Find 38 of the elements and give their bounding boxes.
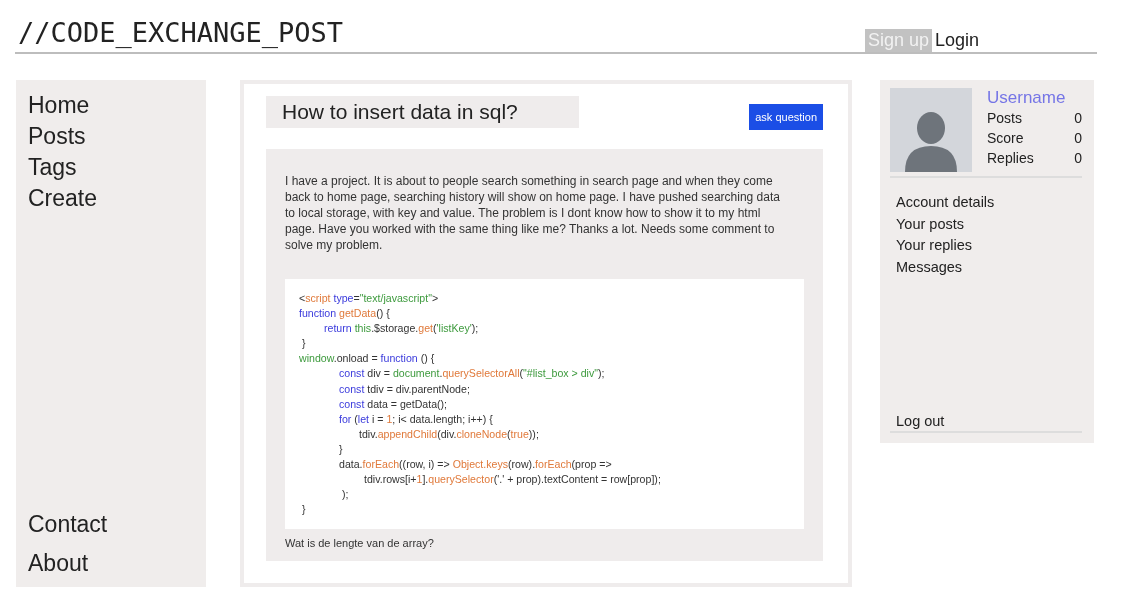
profile-link[interactable]: Messages xyxy=(896,256,1082,278)
code-line: window.onload = function () { xyxy=(299,351,435,367)
code-line: for (let i = 1; i< data.length; i++) { xyxy=(338,411,493,427)
question-title: How to insert data in sql? xyxy=(266,96,579,128)
code-line: } xyxy=(338,441,343,457)
code-line: return this.$storage.get('listKey'); xyxy=(323,321,479,337)
profile-link[interactable]: Your posts xyxy=(896,213,1082,235)
nav-link[interactable]: Tags xyxy=(28,152,206,183)
site-logo: //CODE_EXCHANGE_POST xyxy=(17,17,344,50)
code-line: } xyxy=(301,502,306,518)
nav-link[interactable]: Contact xyxy=(28,505,206,544)
nav-link[interactable]: Posts xyxy=(28,121,206,152)
logout-link[interactable]: Log out xyxy=(890,413,1082,433)
code-line: <script type="text/javascript"> xyxy=(299,291,439,306)
ask-question-button[interactable]: ask question xyxy=(749,104,823,130)
code-line: function getData() { xyxy=(299,306,390,322)
nav-link[interactable]: About xyxy=(28,544,206,583)
code-line: tdiv.rows[i+1].querySelector('.' + prop).textContent = row[prop]); xyxy=(363,472,661,488)
stat-label: Score xyxy=(987,129,1024,148)
question-text: Wat is de lengte van de array? xyxy=(285,537,435,550)
profile-link[interactable]: Your replies xyxy=(896,235,1082,257)
code-line: data.forEach((row, i) => Object.keys(row).forEach(prop => xyxy=(338,457,612,473)
code-line: } xyxy=(301,336,306,352)
code-line: const div = document.querySelectorAll("#list_box > div"); xyxy=(338,366,605,382)
nav-link[interactable]: Home xyxy=(28,90,206,121)
stat-value: 0 xyxy=(1074,109,1082,128)
code-line: const tdiv = div.parentNode; xyxy=(338,381,470,397)
login-button[interactable]: Login xyxy=(931,29,982,52)
question-text: I have a project. It is about to people search something in search page and when they come back to home page, searching history will show on home page. I have pushed searching data to local storage, with key and value. The problem is I dont know how to show it to my html page. Have you worked with the same thing like me? Thanks a lot. Needs some comment to solve my problem. xyxy=(285,173,781,253)
stat-label: Replies xyxy=(987,149,1034,168)
stat-value: 0 xyxy=(1074,129,1082,148)
code-line: const data = getData(); xyxy=(338,396,448,412)
nav-link[interactable]: Create xyxy=(28,183,206,214)
stat-label: Posts xyxy=(987,109,1022,128)
code-line: tdiv.appendChild(div.cloneNode(true)); xyxy=(358,426,539,442)
code-line: ); xyxy=(341,487,349,503)
profile-link[interactable]: Account details xyxy=(896,192,1082,214)
stat-value: 0 xyxy=(1074,149,1082,168)
